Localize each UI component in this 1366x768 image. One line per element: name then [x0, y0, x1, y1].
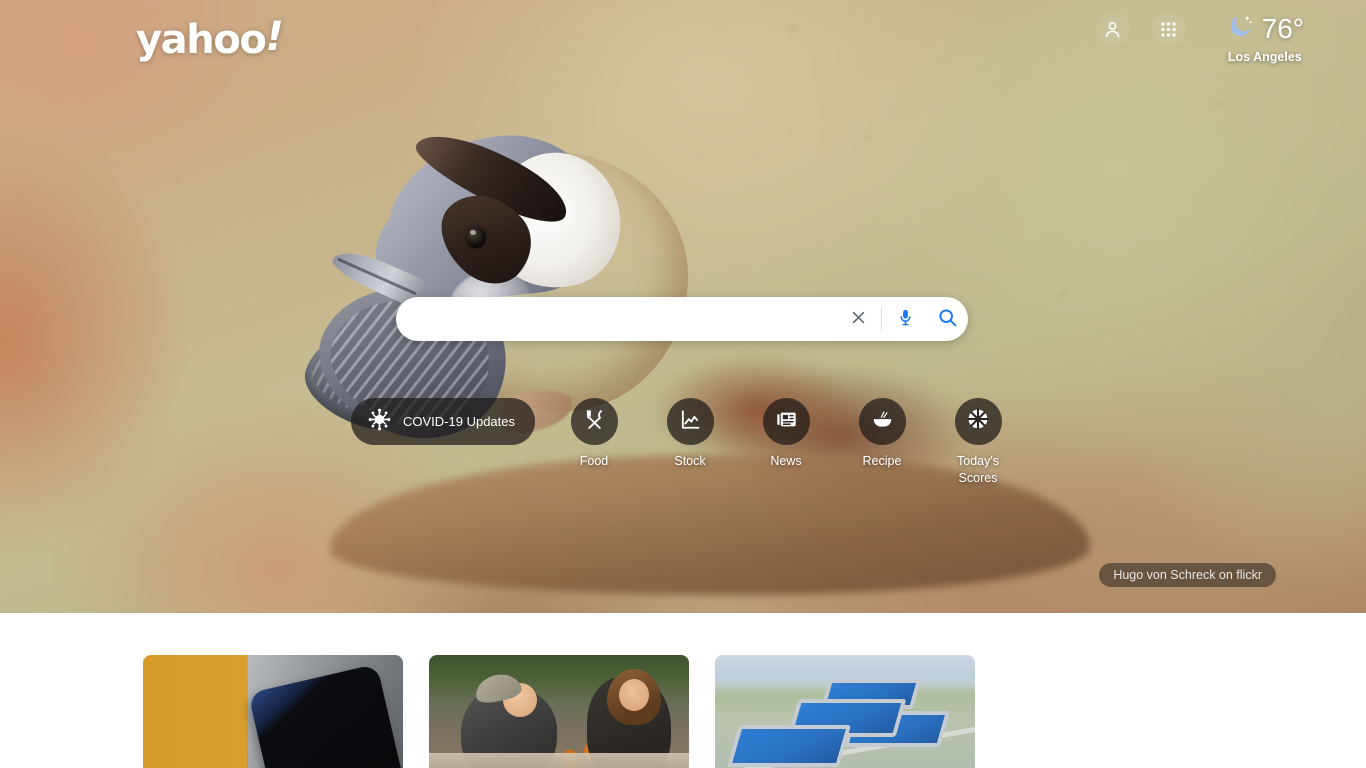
header-weather-temperature: 76° [1261, 13, 1304, 44]
hero-section: yahoo! 76° Los Angeles COVID-19 Updates … [0, 0, 1366, 613]
apps-menu-button[interactable] [1151, 12, 1186, 46]
shortcut-food[interactable]: Food [557, 398, 631, 470]
factory-thumbnail-roof [726, 725, 852, 767]
basketball-icon [966, 407, 990, 436]
line-chart-icon [679, 408, 702, 436]
shortcut-covid-label: COVID-19 Updates [403, 414, 515, 429]
person-icon [1102, 19, 1123, 40]
shortcut-todays-scores-label: Today's Scores [957, 454, 999, 485]
virus-icon [367, 407, 392, 437]
photo-attribution[interactable]: Hugo von Schreck on flickr [1099, 563, 1276, 587]
shortcut-todays-scores-circle [954, 398, 1002, 445]
search-divider [881, 307, 882, 331]
bowl-chopsticks-icon [871, 408, 894, 436]
market-thumbnail-shopper-face [619, 679, 649, 711]
grid-apps-icon [1159, 20, 1178, 39]
shortcut-stock-circle [666, 398, 714, 445]
header-actions: 76° Los Angeles [1095, 12, 1304, 65]
shortcut-news-circle [762, 398, 810, 445]
shortcut-recipe[interactable]: Recipe [845, 398, 919, 470]
farmers-market-thumbnail[interactable] [429, 655, 689, 768]
search-bar[interactable] [396, 297, 968, 341]
aerial-factory-thumbnail[interactable] [715, 655, 975, 768]
shortcut-food-label: Food [579, 454, 609, 468]
yahoo-logo[interactable]: yahoo! [136, 14, 284, 63]
shortcut-covid-updates[interactable]: COVID-19 Updates [351, 398, 535, 445]
shortcut-todays-scores[interactable]: Today's Scores [941, 398, 1015, 487]
shortcut-news[interactable]: News [749, 398, 823, 470]
newspaper-icon [775, 408, 798, 436]
header-weather-top-row: 76° [1226, 12, 1304, 46]
header-weather-city: Los Angeles [1227, 50, 1302, 64]
search-submit-button[interactable] [926, 298, 968, 340]
fork-knife-icon [583, 408, 606, 436]
clear-search-button[interactable] [837, 298, 879, 340]
bird-eye [466, 227, 486, 248]
page-header: yahoo! 76° Los Angeles [0, 0, 1366, 80]
search-input[interactable] [396, 297, 837, 341]
shortcut-stock-label: Stock [674, 454, 706, 468]
header-weather-widget[interactable]: 76° Los Angeles [1226, 12, 1304, 65]
shortcut-stock[interactable]: Stock [653, 398, 727, 470]
market-thumbnail-table [429, 753, 689, 768]
story-card-row [0, 655, 1366, 768]
shortcut-recipe-circle [858, 398, 906, 445]
magnifier-icon [937, 307, 958, 331]
yahoo-logo-text: yahoo [136, 17, 267, 63]
profile-button[interactable] [1095, 12, 1130, 46]
crescent-moon-icon [1226, 12, 1255, 46]
yahoo-logo-exclamation: ! [265, 14, 284, 60]
netflix-phone-thumbnail[interactable] [143, 655, 403, 768]
shortcut-recipe-label: Recipe [862, 454, 902, 468]
voice-search-button[interactable] [884, 298, 926, 340]
shortcut-news-label: News [770, 454, 802, 468]
shortcut-food-circle [570, 398, 618, 445]
microphone-icon [896, 308, 915, 330]
shortcut-row: COVID-19 Updates Food Stock News Recipe … [0, 398, 1366, 487]
close-x-icon [850, 309, 867, 329]
content-strip: Los Angeles CA, United States Clear [0, 613, 1366, 768]
